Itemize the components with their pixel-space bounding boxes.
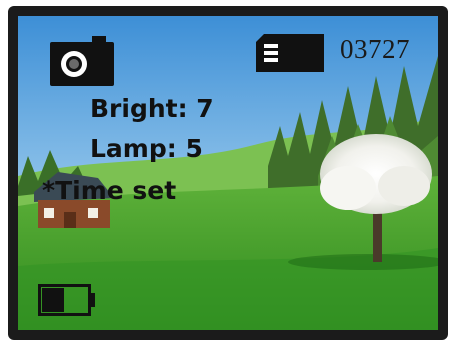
device-bezel: 03727 Bright: 7 Lamp: 5 *Time set bbox=[8, 6, 448, 340]
sd-card-icon bbox=[256, 34, 324, 72]
osd-overlay: 03727 Bright: 7 Lamp: 5 *Time set bbox=[18, 16, 438, 330]
camera-screen: 03727 Bright: 7 Lamp: 5 *Time set bbox=[18, 16, 438, 330]
menu-item-time-set[interactable]: *Time set bbox=[42, 176, 176, 206]
menu-item-lamp[interactable]: Lamp: 5 bbox=[90, 134, 203, 164]
camera-icon bbox=[50, 36, 114, 86]
shot-counter: 03727 bbox=[340, 34, 410, 64]
battery-icon bbox=[38, 284, 95, 316]
menu-item-bright[interactable]: Bright: 7 bbox=[90, 94, 214, 124]
battery-level-fill bbox=[42, 288, 64, 312]
